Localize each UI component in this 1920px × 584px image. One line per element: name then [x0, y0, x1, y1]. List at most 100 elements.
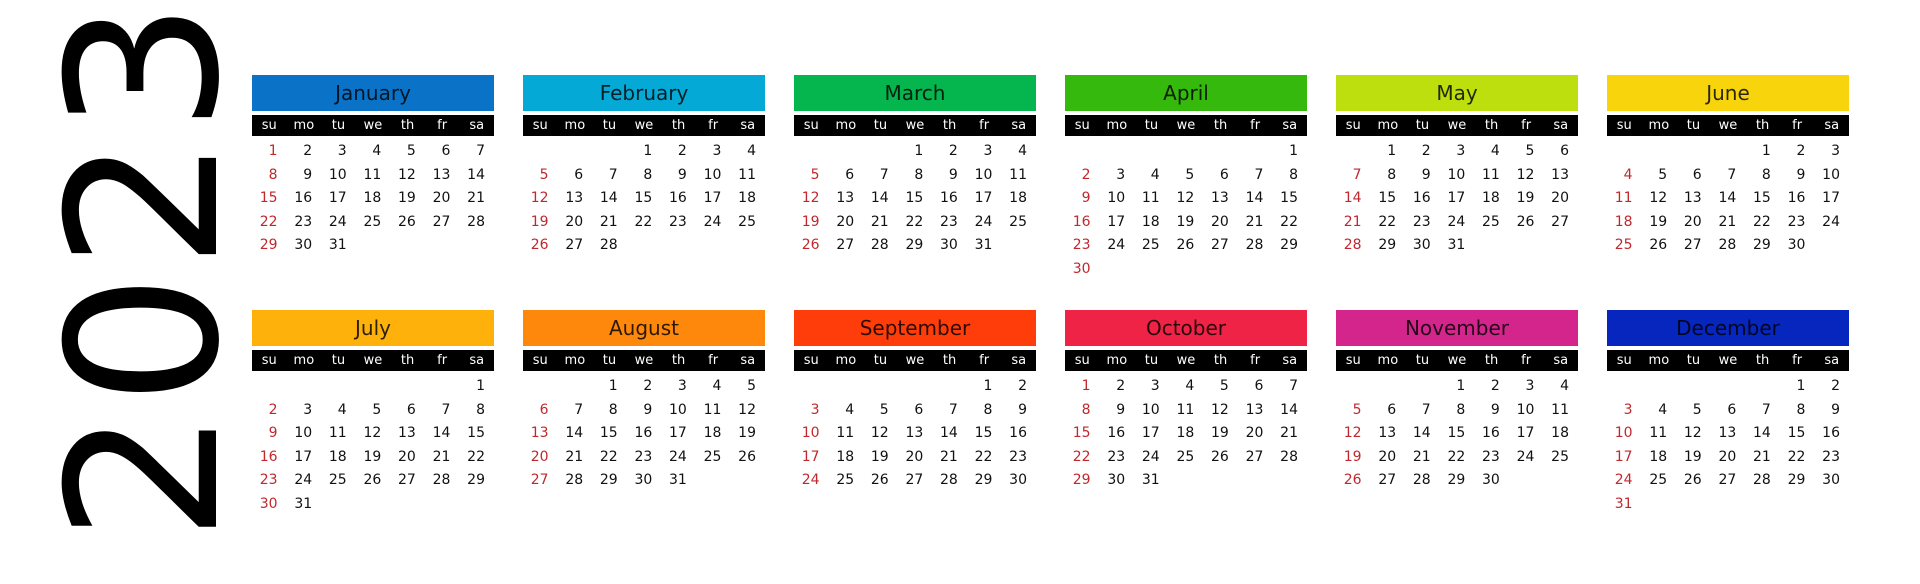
date-cell: 9 — [1490, 401, 1500, 418]
empty-cell — [829, 140, 864, 164]
date-cell: 5 — [1692, 401, 1702, 418]
date-cell-sunday: 30 — [259, 495, 278, 512]
weekday-label: tu — [1415, 353, 1430, 368]
date-cell: 19 — [1516, 190, 1535, 206]
date-cell: 19 — [1211, 425, 1229, 441]
date-cell: 4 — [1150, 166, 1160, 183]
empty-cell — [1336, 375, 1371, 399]
date-cell: 27 — [398, 472, 416, 488]
empty-cell — [1607, 375, 1642, 399]
date-cell: 19 — [1683, 448, 1702, 465]
weekday-label: su — [1345, 353, 1361, 368]
weekday-label: mo — [293, 353, 315, 368]
date-cell: 12 — [1516, 166, 1535, 183]
weekday-label: mo — [835, 353, 857, 368]
month-name: December — [1607, 310, 1849, 346]
empty-cell — [356, 375, 391, 399]
weekday-header: su mo tu we th fr sa — [252, 350, 494, 371]
month-name: August — [523, 310, 765, 346]
date-cell: 28 — [1245, 237, 1264, 253]
date-cell: 14 — [870, 190, 889, 206]
weekday-label: su — [1074, 353, 1090, 368]
empty-cell — [287, 375, 322, 399]
empty-cell — [1745, 375, 1780, 399]
date-cell: 3 — [337, 143, 347, 159]
date-grid: 1 2 3 4 5 6 7 8 9 10 11 12 13 14 15 16 17 18 19 20 21 22 23 24 2… — [1607, 140, 1849, 258]
weekday-label: fr — [437, 118, 448, 133]
date-cell: 7 — [1727, 166, 1737, 183]
date-cell: 15 — [467, 425, 485, 441]
date-cell: 19 — [363, 448, 382, 465]
date-cell: 6 — [1560, 143, 1569, 159]
date-cell: 25 — [703, 448, 722, 465]
weekday-label: th — [1213, 118, 1228, 133]
date-cell: 25 — [1551, 448, 1569, 465]
date-cell: 15 — [1447, 425, 1466, 441]
month-december: December su mo tu we th fr sa 1 2 3 4 5 6 7 8 9 10 11 12 13 1… — [1607, 310, 1849, 516]
date-cell: 17 — [1516, 425, 1535, 441]
date-cell: 14 — [1280, 401, 1298, 418]
date-cell: 13 — [565, 190, 584, 206]
date-cell: 9 — [303, 166, 313, 183]
empty-cell — [1065, 140, 1100, 164]
date-cell: 5 — [1219, 378, 1229, 394]
date-cell: 21 — [1753, 448, 1771, 465]
date-cell-sunday: 16 — [259, 448, 278, 465]
empty-cell — [390, 375, 425, 399]
date-cell: 17 — [1141, 425, 1160, 441]
date-cell: 24 — [703, 213, 722, 230]
date-cell: 18 — [738, 190, 756, 206]
date-cell: 20 — [565, 213, 584, 230]
weekday-header: su mo tu we th fr sa — [1607, 350, 1849, 371]
date-cell: 29 — [599, 472, 618, 488]
month-january: January su mo tu we th fr sa 1 2 3 4 5 6 7 8 9 10 11 12 13 14… — [252, 75, 494, 258]
date-cell-sunday: 15 — [259, 190, 278, 206]
date-cell: 11 — [1551, 401, 1569, 418]
weekday-label: th — [1755, 353, 1770, 368]
date-cell-sunday: 9 — [1081, 190, 1091, 206]
empty-cell — [1134, 140, 1169, 164]
date-cell: 29 — [1753, 237, 1771, 253]
date-cell: 23 — [669, 213, 687, 230]
date-cell: 7 — [441, 401, 451, 418]
date-cell: 6 — [914, 401, 924, 418]
date-cell: 23 — [1787, 213, 1806, 230]
date-cell: 5 — [1658, 166, 1668, 183]
date-cell: 11 — [1649, 425, 1668, 441]
date-cell: 12 — [870, 425, 889, 441]
date-cell: 9 — [643, 401, 653, 418]
date-cell: 4 — [845, 401, 855, 418]
empty-cell — [863, 140, 898, 164]
date-cell-sunday: 1 — [268, 143, 278, 159]
date-cell: 18 — [328, 448, 347, 465]
date-cell: 11 — [703, 401, 722, 418]
date-cell: 18 — [836, 448, 855, 465]
date-grid: 1 2 3 4 5 6 7 8 9 10 11 12 13 14 15 16 17 18 19 20 21 22 23 24 2… — [252, 375, 494, 516]
date-cell: 10 — [1107, 190, 1126, 206]
weekday-label: mo — [835, 118, 857, 133]
date-cell: 28 — [1753, 472, 1771, 488]
year-title: 2023 — [24, 0, 266, 542]
date-cell: 28 — [940, 472, 958, 488]
month-october: October su mo tu we th fr sa 1 2 3 4 5 6 7 8 9 10 11 12 13 14… — [1065, 310, 1307, 493]
date-cell: 10 — [1447, 166, 1466, 183]
date-cell-sunday: 24 — [801, 472, 820, 488]
date-cell: 9 — [677, 166, 687, 183]
date-cell: 29 — [905, 237, 924, 253]
date-cell: 24 — [328, 213, 347, 230]
date-cell: 27 — [1245, 448, 1264, 465]
date-cell: 14 — [1718, 190, 1737, 206]
date-cell: 25 — [738, 213, 756, 230]
date-cell: 20 — [1245, 425, 1264, 441]
date-cell: 22 — [974, 448, 993, 465]
date-cell-sunday: 18 — [1614, 213, 1633, 230]
date-cell: 27 — [432, 213, 451, 230]
weekday-label: mo — [293, 118, 315, 133]
weekday-label: tu — [602, 353, 617, 368]
date-cell: 29 — [1447, 472, 1466, 488]
date-cell: 10 — [1516, 401, 1535, 418]
date-cell: 6 — [574, 166, 584, 183]
date-cell: 4 — [337, 401, 347, 418]
date-cell: 21 — [565, 448, 584, 465]
weekday-label: fr — [1792, 118, 1803, 133]
